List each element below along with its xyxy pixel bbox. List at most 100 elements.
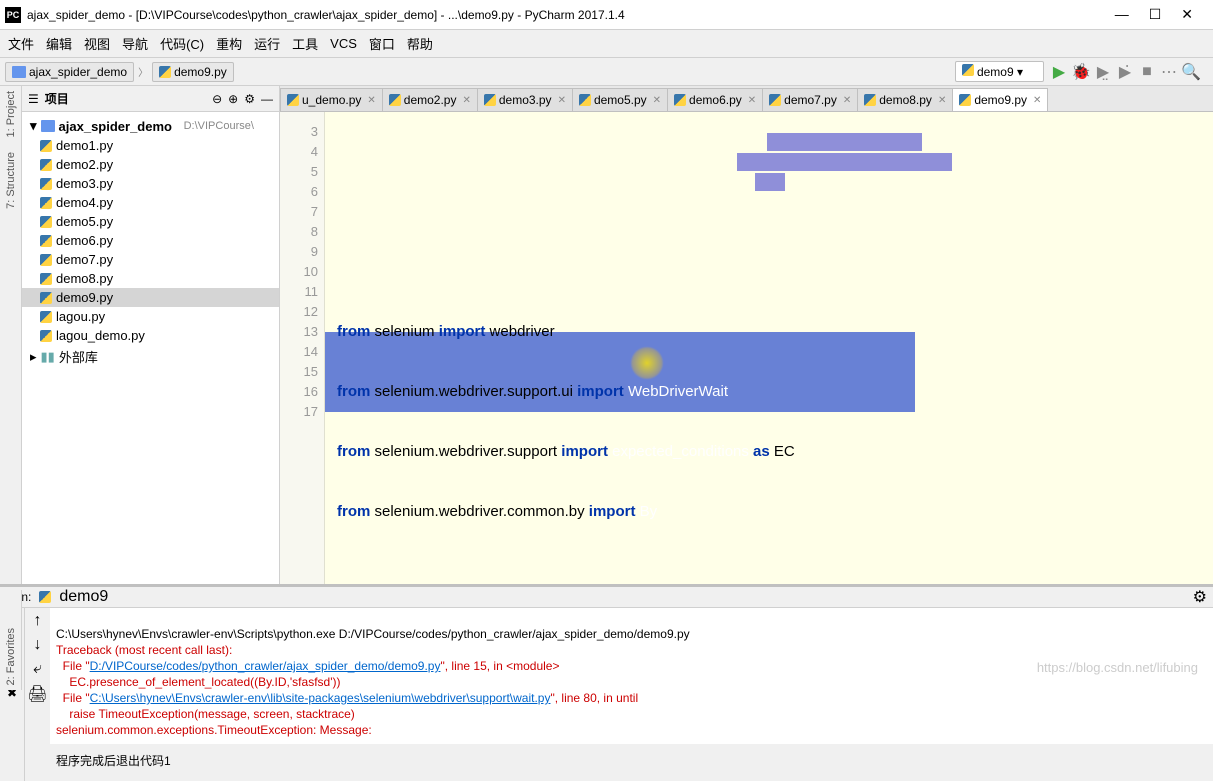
python-icon bbox=[287, 94, 299, 106]
hide-icon[interactable]: — bbox=[261, 92, 273, 106]
run-name: demo9 bbox=[59, 588, 108, 606]
tree-file-selected[interactable]: demo9.py bbox=[22, 288, 279, 307]
tool-favorites-bar: 2: Favorites bbox=[0, 590, 22, 690]
menu-vcs[interactable]: VCS bbox=[330, 36, 357, 51]
tool-favorites[interactable]: 2: Favorites bbox=[5, 628, 17, 685]
minimize-button[interactable]: — bbox=[1115, 6, 1129, 23]
tree-external[interactable]: ▸ ▮▮ 外部库 bbox=[22, 345, 279, 368]
python-icon bbox=[769, 94, 781, 106]
down-button[interactable]: ↓ bbox=[34, 636, 42, 654]
code-area[interactable]: 34567891011121314151617 from selenium im… bbox=[280, 112, 1213, 584]
close-icon[interactable]: ✕ bbox=[843, 95, 851, 106]
close-icon[interactable]: ✕ bbox=[1033, 95, 1041, 106]
run-button[interactable]: ▶ bbox=[1050, 63, 1068, 81]
close-icon[interactable]: ✕ bbox=[653, 95, 661, 106]
more-button[interactable]: ⋯ bbox=[1160, 63, 1178, 81]
python-icon bbox=[962, 64, 974, 76]
python-icon bbox=[40, 311, 52, 323]
editor-tabs: u_demo.py✕ demo2.py✕ demo3.py✕ demo5.py✕… bbox=[280, 86, 1213, 112]
up-button[interactable]: ↑ bbox=[34, 612, 42, 630]
line-gutter: 34567891011121314151617 bbox=[280, 112, 325, 584]
python-icon bbox=[40, 197, 52, 209]
editor-tab[interactable]: demo2.py✕ bbox=[382, 88, 478, 111]
python-icon bbox=[40, 140, 52, 152]
project-view-icon: ☰ bbox=[28, 92, 39, 106]
search-button[interactable]: 🔍 bbox=[1182, 63, 1200, 81]
tree-root[interactable]: ▾ ajax_spider_demo D:\VIPCourse\ bbox=[22, 116, 279, 136]
console-output[interactable]: C:\Users\hynev\Envs\crawler-env\Scripts\… bbox=[50, 608, 1213, 781]
collapse-icon[interactable]: ⊖ bbox=[212, 92, 222, 106]
python-icon bbox=[40, 235, 52, 247]
menu-run[interactable]: 运行 bbox=[254, 34, 280, 53]
editor-tab[interactable]: demo6.py✕ bbox=[667, 88, 763, 111]
coverage-button[interactable]: ▶̤ bbox=[1094, 63, 1112, 81]
menu-file[interactable]: 文件 bbox=[8, 34, 34, 53]
menu-window[interactable]: 窗口 bbox=[369, 34, 395, 53]
python-icon bbox=[40, 273, 52, 285]
menu-view[interactable]: 视图 bbox=[84, 34, 110, 53]
tool-structure[interactable]: 7: Structure bbox=[5, 152, 17, 209]
expand-icon[interactable]: ⊕ bbox=[228, 92, 238, 106]
editor: u_demo.py✕ demo2.py✕ demo3.py✕ demo5.py✕… bbox=[280, 86, 1213, 584]
python-icon bbox=[159, 66, 171, 78]
settings-icon[interactable]: ⚙ bbox=[244, 92, 255, 106]
pycharm-icon: PC bbox=[5, 7, 21, 23]
editor-tab[interactable]: demo8.py✕ bbox=[857, 88, 953, 111]
python-icon bbox=[40, 292, 52, 304]
editor-tab[interactable]: u_demo.py✕ bbox=[280, 88, 383, 111]
close-icon[interactable]: ✕ bbox=[938, 95, 946, 106]
menubar: 文件 编辑 视图 导航 代码(C) 重构 运行 工具 VCS 窗口 帮助 bbox=[0, 30, 1213, 58]
toolbar: ajax_spider_demo 〉 demo9.py demo9 ▾ ▶ 🐞 … bbox=[0, 58, 1213, 86]
editor-tab[interactable]: demo7.py✕ bbox=[762, 88, 858, 111]
python-icon bbox=[674, 94, 686, 106]
tool-project[interactable]: 1: Project bbox=[5, 91, 17, 137]
close-icon[interactable]: ✕ bbox=[748, 95, 756, 106]
menu-help[interactable]: 帮助 bbox=[407, 34, 433, 53]
run-config-select[interactable]: demo9 ▾ bbox=[955, 61, 1044, 82]
python-icon bbox=[579, 94, 591, 106]
crumb-file[interactable]: demo9.py bbox=[152, 62, 234, 82]
editor-tab[interactable]: demo5.py✕ bbox=[572, 88, 668, 111]
python-icon bbox=[40, 178, 52, 190]
crumb-project[interactable]: ajax_spider_demo bbox=[5, 62, 134, 82]
profile-button[interactable]: ▶̇ bbox=[1116, 63, 1134, 81]
crumb-sep: 〉 bbox=[138, 64, 148, 79]
menu-tools[interactable]: 工具 bbox=[292, 34, 318, 53]
menu-refactor[interactable]: 重构 bbox=[216, 34, 242, 53]
titlebar: PC ajax_spider_demo - [D:\VIPCourse\code… bbox=[0, 0, 1213, 30]
wrap-button[interactable]: ⤶ bbox=[33, 660, 42, 678]
python-icon bbox=[959, 94, 971, 106]
tree-file[interactable]: lagou_demo.py bbox=[22, 326, 279, 345]
tree-file[interactable]: demo1.py bbox=[22, 136, 279, 155]
python-icon bbox=[40, 216, 52, 228]
python-icon bbox=[389, 94, 401, 106]
maximize-button[interactable]: ☐ bbox=[1149, 6, 1162, 23]
breadcrumb: ajax_spider_demo 〉 demo9.py bbox=[5, 62, 955, 82]
run-toolbar-2: ↑ ↓ ⤶ 🖨 bbox=[25, 608, 50, 781]
tree-file[interactable]: demo3.py bbox=[22, 174, 279, 193]
close-icon[interactable]: ✕ bbox=[367, 95, 375, 106]
close-button[interactable]: ✕ bbox=[1181, 6, 1193, 23]
tree-file[interactable]: demo5.py bbox=[22, 212, 279, 231]
tree-file[interactable]: demo8.py bbox=[22, 269, 279, 288]
menu-code[interactable]: 代码(C) bbox=[160, 34, 204, 53]
tree-file[interactable]: demo4.py bbox=[22, 193, 279, 212]
python-icon bbox=[39, 591, 51, 603]
tree-file[interactable]: lagou.py bbox=[22, 307, 279, 326]
python-icon bbox=[40, 330, 52, 342]
settings-icon[interactable]: ⚙ bbox=[1193, 587, 1207, 607]
debug-button[interactable]: 🐞 bbox=[1072, 63, 1090, 81]
menu-navigate[interactable]: 导航 bbox=[122, 34, 148, 53]
close-icon[interactable]: ✕ bbox=[558, 95, 566, 106]
python-icon bbox=[484, 94, 496, 106]
menu-edit[interactable]: 编辑 bbox=[46, 34, 72, 53]
editor-tab-active[interactable]: demo9.py✕ bbox=[952, 88, 1048, 111]
print-button[interactable]: 🖨 bbox=[27, 684, 47, 704]
stop-button[interactable]: ■ bbox=[1138, 63, 1156, 81]
tree-file[interactable]: demo6.py bbox=[22, 231, 279, 250]
editor-tab[interactable]: demo3.py✕ bbox=[477, 88, 573, 111]
close-icon[interactable]: ✕ bbox=[462, 95, 470, 106]
folder-icon bbox=[41, 120, 55, 132]
tree-file[interactable]: demo2.py bbox=[22, 155, 279, 174]
tree-file[interactable]: demo7.py bbox=[22, 250, 279, 269]
